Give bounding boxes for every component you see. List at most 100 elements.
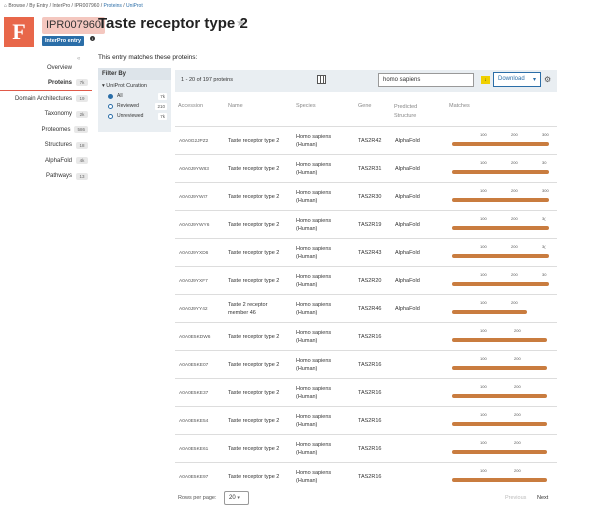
sidebar-item-label: Proteomes <box>41 126 71 133</box>
match-bar[interactable] <box>452 254 549 258</box>
match-bar[interactable] <box>452 310 527 314</box>
species-link[interactable]: Homo sapiens (Human) <box>296 407 351 435</box>
sidebar-item-structures[interactable]: Structures 18 <box>0 138 92 154</box>
sidebar-menu: Overview Proteins 7k Domain Architectures 19… <box>0 60 92 184</box>
match-bar[interactable] <box>452 226 549 230</box>
match-bar[interactable] <box>452 478 547 482</box>
radio-button[interactable] <box>108 93 113 99</box>
breadcrumb-item[interactable]: Proteins <box>104 3 122 9</box>
header-gene[interactable]: Gene <box>358 103 371 109</box>
protein-name: Taste 2 receptor member 46 <box>228 301 268 316</box>
accession-link[interactable]: A0A0J9YY42 <box>179 295 208 323</box>
alphafold-link[interactable]: AlphaFold <box>395 295 420 323</box>
previous-page-link[interactable]: Previous <box>505 495 526 501</box>
accession-link[interactable]: A0A0E5KE37 <box>179 379 208 407</box>
accession-link[interactable]: A0A0J9YWI7 <box>179 183 208 211</box>
rows-per-page-select[interactable]: 20 ▾ <box>224 491 249 505</box>
breadcrumb-item[interactable]: IPR007960 <box>74 3 99 9</box>
breadcrumb-item[interactable]: By Entry <box>29 3 48 9</box>
accession-link[interactable]: A0A0G2JPZ2 <box>179 127 208 155</box>
header-predicted-structure[interactable]: Predicted Structure <box>394 103 426 121</box>
protein-name: Taste receptor type 2 <box>228 417 280 424</box>
filter-option-label: Reviewed <box>117 103 139 109</box>
species-link[interactable]: Homo sapiens (Human) <box>296 351 351 379</box>
sidebar-item-count: 19 <box>76 95 88 103</box>
gene-name: TAS2R42 <box>358 138 382 144</box>
accession-link[interactable]: A0A0E5KE07 <box>179 351 208 379</box>
alphafold-link[interactable]: AlphaFold <box>395 155 420 183</box>
species-link[interactable]: Homo sapiens (Human) <box>296 211 351 239</box>
match-bar[interactable] <box>452 338 547 342</box>
filter-option-all[interactable]: All 7k <box>98 91 171 101</box>
header-name[interactable]: Name <box>228 103 243 109</box>
breadcrumb-item[interactable]: Browse <box>8 3 25 9</box>
alphafold-link[interactable]: AlphaFold <box>395 211 420 239</box>
filter-group[interactable]: ▾ UniProt Curation <box>98 80 171 91</box>
accession-link[interactable]: A0A0E5KE54 <box>179 407 208 435</box>
accession-link[interactable]: A0A0J9YWY6 <box>179 211 209 239</box>
table-row: A0A0J9YWY6 Taste receptor type 2 Homo sapi… <box>175 210 557 238</box>
table-row: A0A0E5KE61 Taste receptor type 2 Homo sapi… <box>175 434 557 462</box>
species-link[interactable]: Homo sapiens (Human) <box>296 127 351 155</box>
sidebar-item-label: AlphaFold <box>44 157 72 164</box>
sidebar-item-domain-architectures[interactable]: Domain Architectures 19 <box>0 91 92 107</box>
species-link[interactable]: Homo sapiens (Human) <box>296 323 351 351</box>
accession-link[interactable]: A0A0J9YXF7 <box>179 267 208 295</box>
filter-option-reviewed[interactable]: Reviewed 210 <box>98 101 171 111</box>
species-link[interactable]: Homo sapiens (Human) <box>296 267 351 295</box>
grid-view-icon[interactable] <box>317 75 326 84</box>
species-link[interactable]: Homo sapiens (Human) <box>296 239 351 267</box>
alphafold-link[interactable]: AlphaFold <box>395 239 420 267</box>
results-count: 1 - 20 of 197 proteins <box>181 77 233 83</box>
match-bar[interactable] <box>452 142 549 146</box>
breadcrumb-item[interactable]: UniProt <box>126 3 143 9</box>
filter-panel: Filter By ▾ UniProt Curation All 7k Review… <box>98 68 171 132</box>
gear-icon[interactable]: ⚙ <box>544 75 551 84</box>
sidebar-item-proteins[interactable]: Proteins 7k <box>0 76 92 91</box>
species-link[interactable]: Homo sapiens (Human) <box>296 295 351 323</box>
accession-link[interactable]: A0A0E5KE61 <box>179 435 208 463</box>
match-tick-label: 200 <box>511 272 518 277</box>
alphafold-link[interactable]: AlphaFold <box>395 127 420 155</box>
next-page-link[interactable]: Next <box>537 495 548 501</box>
table-row: A0A0E5KE54 Taste receptor type 2 Homo sapi… <box>175 406 557 434</box>
sidebar-item-count: 18 <box>76 141 88 149</box>
alphafold-link[interactable]: AlphaFold <box>395 267 420 295</box>
info-icon[interactable]: i <box>90 36 95 41</box>
species-link[interactable]: Homo sapiens (Human) <box>296 155 351 183</box>
sidebar-item-pathways[interactable]: Pathways 13 <box>0 169 92 185</box>
rows-per-page-label: Rows per page: <box>178 495 217 501</box>
match-bar[interactable] <box>452 366 547 370</box>
match-bar[interactable] <box>452 198 549 202</box>
header-species[interactable]: Species <box>296 103 316 109</box>
sidebar-item-proteomes[interactable]: Proteomes 586 <box>0 122 92 138</box>
filter-option-unreviewed[interactable]: Unreviewed 7k <box>98 111 171 121</box>
star-icon[interactable]: ★ <box>236 18 245 29</box>
species-link[interactable]: Homo sapiens (Human) <box>296 379 351 407</box>
species-link[interactable]: Homo sapiens (Human) <box>296 183 351 211</box>
match-bar[interactable] <box>452 170 549 174</box>
sidebar-item-alphafold[interactable]: AlphaFold 4k <box>0 153 92 169</box>
download-button[interactable]: Download ▾ <box>493 72 541 87</box>
match-bar[interactable] <box>452 450 547 454</box>
species-link[interactable]: Homo sapiens (Human) <box>296 435 351 463</box>
match-tick-label: 300 <box>542 132 549 137</box>
sidebar-item-overview[interactable]: Overview <box>0 60 92 76</box>
match-tick-label: 100 <box>480 356 487 361</box>
match-bar[interactable] <box>452 422 547 426</box>
sidebar-item-label: Domain Architectures <box>14 95 72 102</box>
match-tick-label: 100 <box>480 132 487 137</box>
match-bar[interactable] <box>452 282 549 286</box>
radio-button[interactable] <box>108 113 113 119</box>
header-accession[interactable]: Accession <box>178 103 203 109</box>
alphafold-link[interactable]: AlphaFold <box>395 183 420 211</box>
match-tick-label: 100 <box>480 216 487 221</box>
radio-button[interactable] <box>108 103 113 109</box>
accession-link[interactable]: A0A0J9YXD6 <box>179 239 208 267</box>
search-input[interactable]: homo sapiens <box>378 73 474 87</box>
match-bar[interactable] <box>452 394 547 398</box>
accession-link[interactable]: A0A0E5KDW6 <box>179 323 210 351</box>
breadcrumb-item[interactable]: InterPro <box>52 3 70 9</box>
accession-link[interactable]: A0A0J9YW83 <box>179 155 209 183</box>
sidebar-item-taxonomy[interactable]: Taxonomy 2k <box>0 107 92 123</box>
